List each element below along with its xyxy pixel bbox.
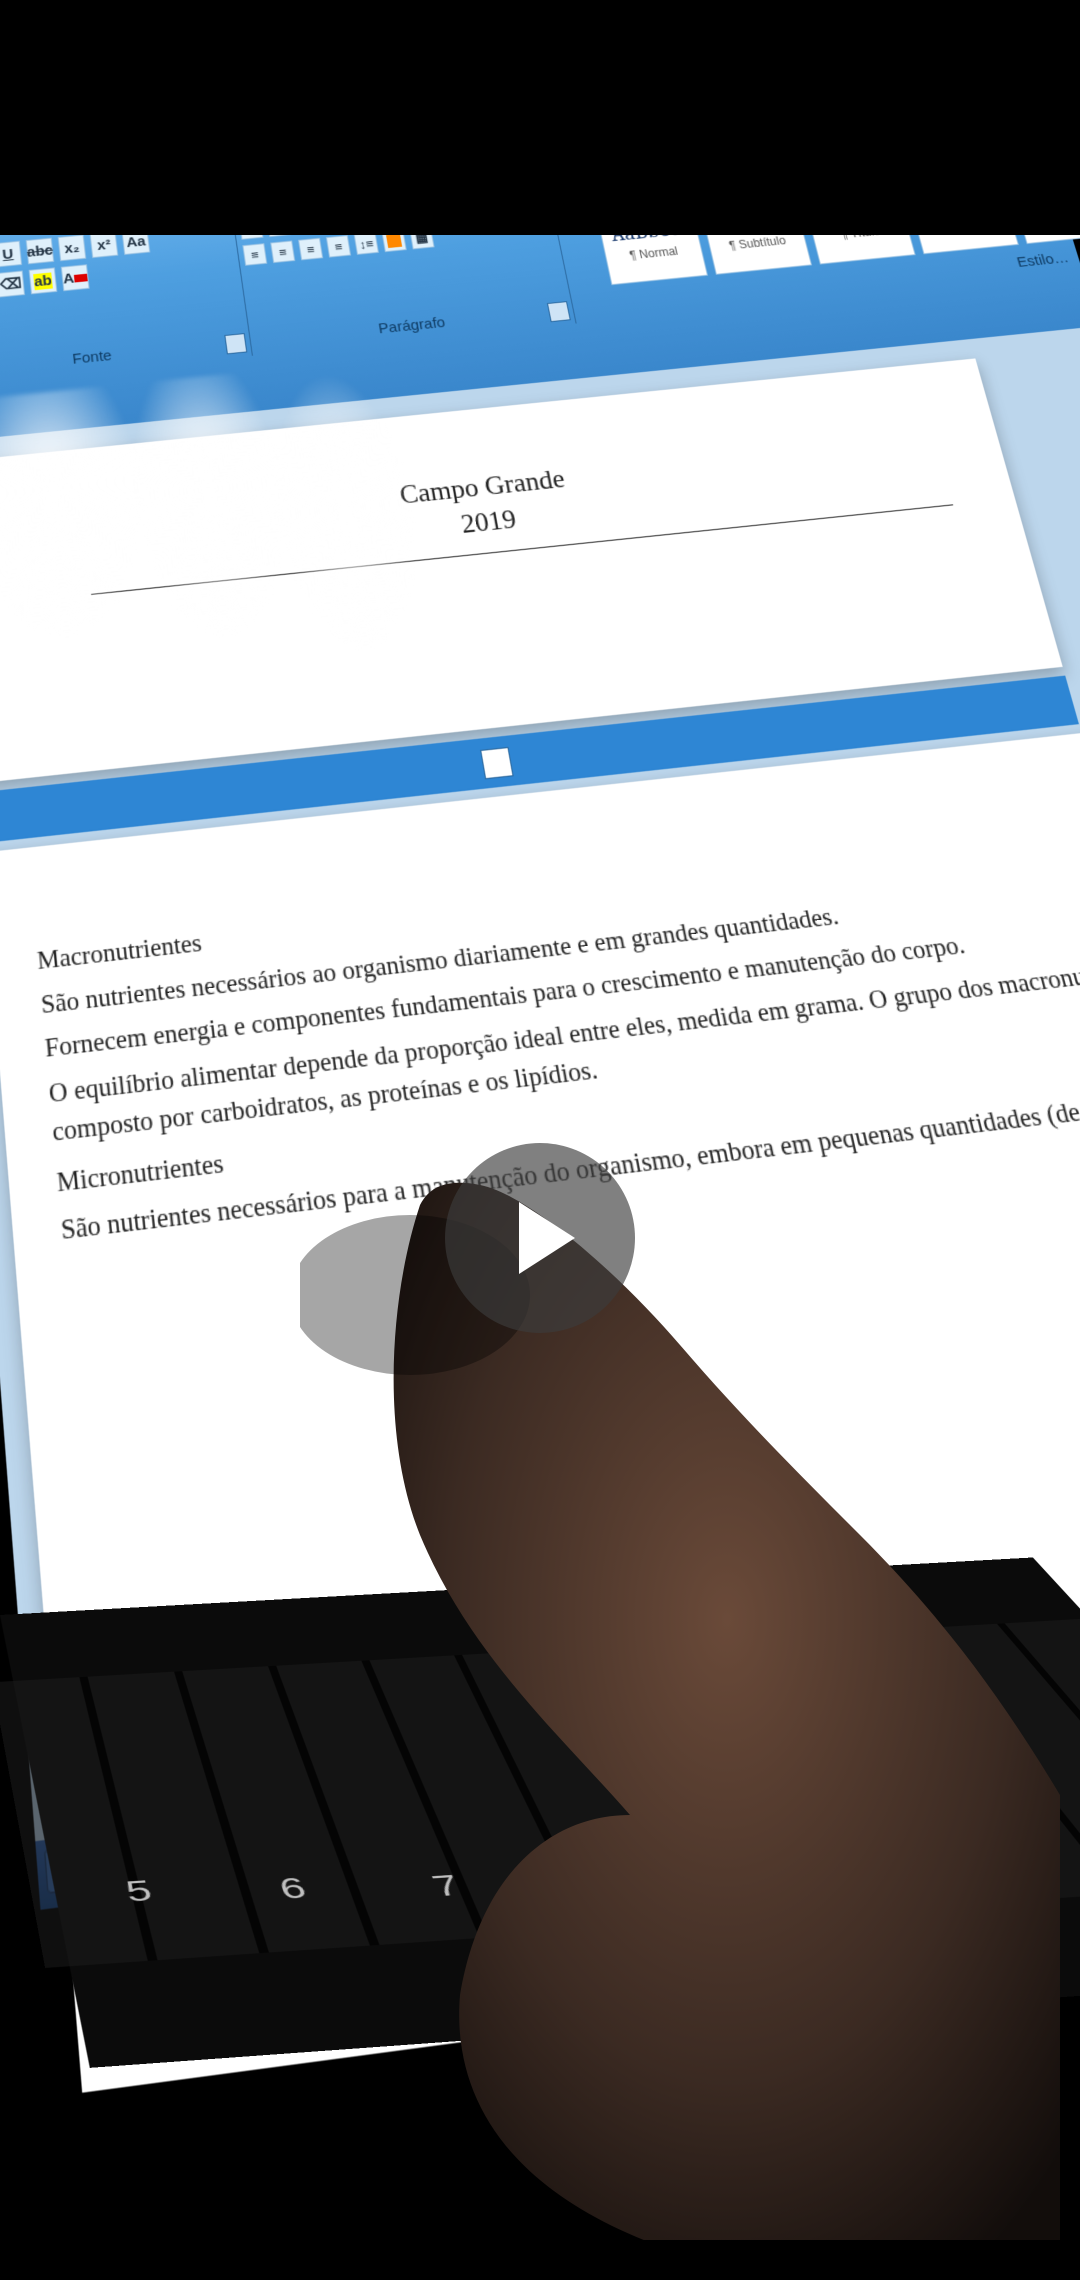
highlight-button[interactable]: ab [29,267,58,294]
keyboard-grid [0,1617,1080,1968]
clear-format-button[interactable]: ⌫ [0,271,25,298]
letterbox-bottom [0,2240,1080,2280]
page-break-marker [480,747,514,779]
para-dialog-launcher[interactable] [547,301,571,322]
subscript-button[interactable]: x₂ [58,235,87,261]
group-para-label: Parágrafo [249,302,575,350]
superscript-button[interactable]: x² [90,235,119,258]
style-heading1[interactable]: AaBbCTítulo 1 [901,235,1019,254]
group-font-label: Fonte [0,334,251,382]
styles-group-label: Estilo… [1015,250,1071,271]
play-button[interactable] [445,1143,635,1333]
letterbox-top [0,0,1080,235]
font-dialog-launcher[interactable] [224,333,247,354]
photo-area: oman▾ 12▾ Correspondências Revisão Exibi… [0,235,1080,2240]
group-font: B I U abc x₂ x² Aa A▴ A▾ ⌫ ab A [0,235,253,387]
change-case-button[interactable]: Aa [121,235,150,255]
strike-button[interactable]: abc [26,238,54,265]
font-color-button[interactable]: A [61,264,90,291]
style-title[interactable]: AaBbC¶ Título [799,235,916,265]
cover-block: Campo Grande 2019 [0,417,1011,594]
underline-button[interactable]: U [0,241,22,268]
justify-button[interactable]: ≡ [326,235,351,258]
align-left-button[interactable]: ≡ [242,243,267,266]
group-paragraph: ≣ 1≡ ⧉ ⇤ ⇥ A↕ ¶ ≡ ≡ ≡ ≡ ↕≡ [232,235,577,356]
laptop-keyboard: 5 6 7 8 [0,1557,1080,2067]
play-icon [519,1202,575,1274]
bullets-button[interactable]: ≣ [239,235,264,240]
align-right-button[interactable]: ≡ [298,238,323,261]
line-spacing-button[interactable]: ↕≡ [354,235,379,255]
style-subtitle[interactable]: AaBbC¶ Subtítulo [697,235,812,275]
numbering-button[interactable]: 1≡ [266,235,291,237]
style-normal[interactable]: AaBbCcI¶ Normal [594,235,708,285]
borders-button[interactable]: ▦ [409,235,434,249]
styles-gallery[interactable]: AaBbCcI¶ Normal AaBbC¶ Subtítulo AaBbC¶ … [594,235,1080,285]
video-frame: oman▾ 12▾ Correspondências Revisão Exibi… [0,0,1080,2280]
align-center-button[interactable]: ≡ [270,240,295,263]
shading-button[interactable] [381,235,406,252]
